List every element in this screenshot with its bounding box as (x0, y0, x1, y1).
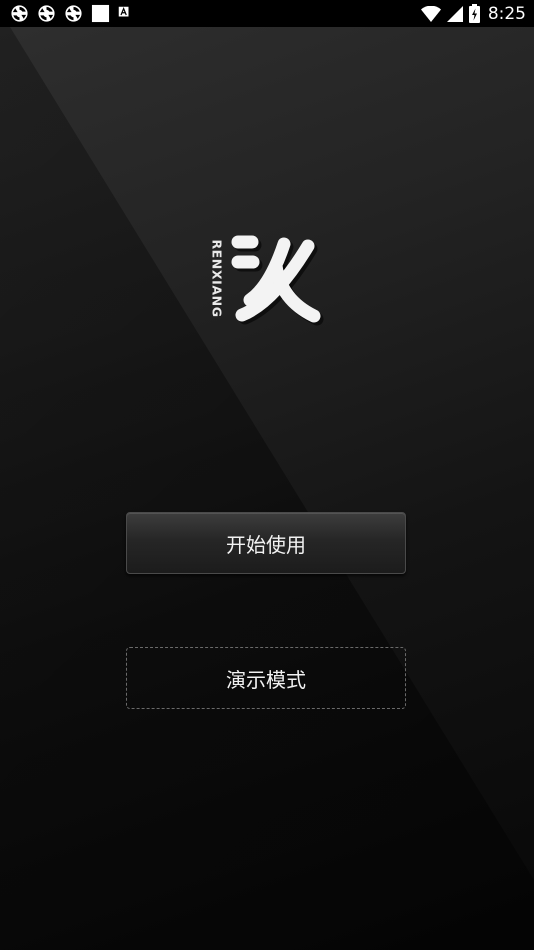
status-time: 8:25 (487, 3, 526, 24)
sync-icon (38, 5, 55, 22)
battery-charging-icon (468, 4, 480, 23)
status-bar-notifications (10, 3, 133, 24)
sync-icon (65, 5, 82, 22)
status-bar: 8:25 (0, 0, 534, 27)
sync-icon (11, 5, 28, 22)
start-button-label: 开始使用 (226, 532, 306, 557)
signal-icon (446, 5, 463, 22)
demo-mode-button-label: 演示模式 (226, 667, 306, 692)
blank-notification-icon (91, 4, 110, 23)
demo-mode-button[interactable]: 演示模式 (126, 647, 406, 709)
a-notification-icon (118, 6, 129, 17)
start-button[interactable]: 开始使用 (126, 512, 406, 574)
status-bar-system: 8:25 (420, 2, 526, 25)
renxiang-logo-icon (231, 235, 324, 326)
splash-screen: 8:25 RENXIANG 开始使用 演示模式 (0, 0, 534, 950)
background-diagonal-shade (0, 27, 534, 950)
wifi-icon (420, 5, 441, 22)
